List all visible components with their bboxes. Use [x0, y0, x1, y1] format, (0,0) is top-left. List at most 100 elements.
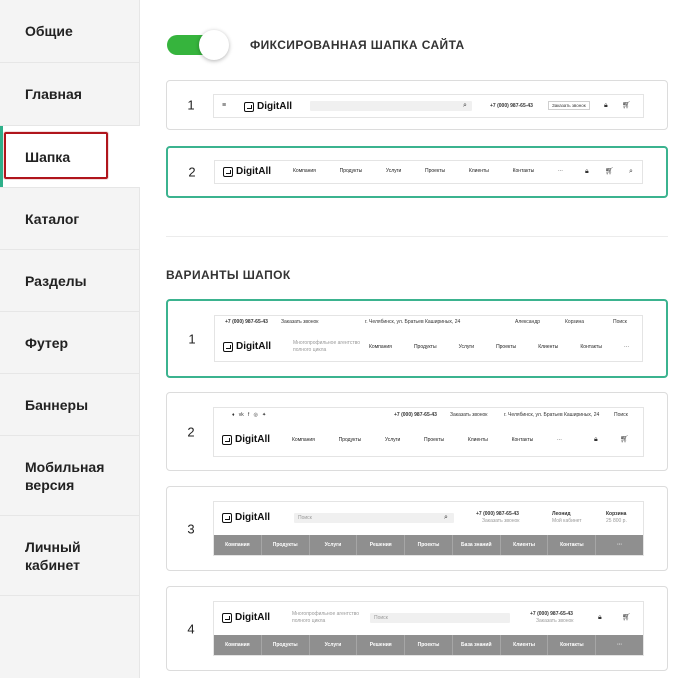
preview-search-placeholder: Поиск	[298, 515, 312, 521]
preview-search: Поиск	[613, 319, 627, 325]
settings-sidebar: Общие Главная Шапка Каталог Разделы Футе…	[0, 0, 140, 678]
lock-icon: 🔒︎	[594, 436, 598, 443]
fixed-header-label: ФИКСИРОВАННАЯ ШАПКА САЙТА	[250, 38, 465, 52]
header-preview: ≡ DigitAll ⌕ +7 (000) 987-65-43 Заказать…	[214, 95, 643, 117]
sidebar-item-general[interactable]: Общие	[0, 0, 140, 63]
logo-icon	[222, 612, 232, 623]
section-divider	[166, 236, 668, 237]
sidebar-item-label: Общие	[25, 23, 73, 39]
preview-user: Александр	[515, 319, 541, 325]
lock-icon: 🔒︎	[604, 102, 608, 109]
header-preview: +7 (000) 987-65-43 Заказать звонок г. Че…	[215, 316, 642, 361]
preview-phone: +7 (000) 987-65-43	[394, 412, 437, 418]
preview-tagline-2: полного цикла	[293, 347, 327, 353]
preview-nav: Компания Продукты Услуги Проекты Клиенты Конт…	[369, 344, 629, 350]
sidebar-item-label: Шапка	[25, 148, 71, 165]
cart-icon: 🛒︎	[620, 436, 629, 443]
preview-callback: Заказать звонок	[536, 618, 574, 624]
preview-address: г. Челябинск, ул. Братьев Кашириных, 24	[365, 319, 461, 325]
sidebar-item-mobile[interactable]: Мобильная версия	[0, 436, 140, 516]
preview-phone: +7 (000) 987-65-43	[490, 103, 533, 109]
header-preview: DigitAll Многопрофильное агентство полно…	[214, 602, 643, 655]
preview-logo: DigitAll	[222, 434, 270, 445]
preview-cart-sum: 25 800 р.	[606, 518, 627, 524]
sidebar-item-label: Разделы	[25, 272, 87, 289]
preview-callback: Заказать звонок	[450, 412, 488, 418]
preview-tagline-1: Многопрофильное агентство	[293, 340, 361, 346]
preview-address: г. Челябинск, ул. Братьев Кашириных, 24	[504, 412, 600, 418]
variants-title: ВАРИАНТЫ ШАПОК	[166, 268, 291, 282]
preview-search-bar	[310, 101, 472, 111]
search-icon: ⌕	[629, 168, 633, 175]
logo-icon	[244, 101, 254, 112]
preview-nav: Компания Продукты Услуги Проекты Клиенты Конт…	[292, 437, 562, 443]
preview-user-name: Леонид	[552, 511, 571, 517]
cart-icon: 🛒︎	[605, 168, 614, 175]
header-variant-3[interactable]: 3 DigitAll Поиск ⌕ +7 (000) 987-65-43 За…	[166, 486, 668, 571]
sidebar-item-catalog[interactable]: Каталог	[0, 188, 140, 250]
logo-icon	[222, 512, 232, 523]
search-icon: ⌕	[444, 514, 448, 521]
variant-number: 3	[187, 521, 195, 536]
sidebar-item-banners[interactable]: Баннеры	[0, 374, 140, 436]
preview-logo: DigitAll	[222, 512, 270, 523]
preview-phone: +7 (000) 987-65-43	[476, 511, 519, 517]
preview-nav: Компания Продукты Услуги Проекты Клиенты Конт…	[293, 168, 563, 174]
preview-logo: DigitAll	[223, 341, 271, 352]
social-icons: ♦ vk f ◎ ✦	[232, 412, 267, 418]
preview-user-sub: Мой кабинет	[552, 518, 582, 524]
sidebar-item-label: Мобильная версия	[25, 458, 105, 493]
header-preview: DigitAll Компания Продукты Услуги Проекты Кл…	[215, 161, 642, 183]
preview-cart-label: Корзина	[606, 511, 627, 517]
option-number: 1	[187, 97, 195, 113]
preview-logo: DigitAll	[223, 166, 271, 177]
search-icon: ⌕	[463, 102, 467, 109]
variant-number: 1	[188, 331, 196, 346]
preview-callback: Заказать звонок	[482, 518, 520, 524]
sidebar-item-main[interactable]: Главная	[0, 63, 140, 126]
logo-icon	[223, 341, 233, 352]
preview-callback-button: Заказать звонок	[548, 101, 590, 110]
preview-logo: DigitAll	[244, 101, 292, 112]
sidebar-item-label: Баннеры	[25, 396, 89, 413]
sidebar-item-label: Главная	[25, 86, 82, 102]
sidebar-item-label: Личный кабинет	[25, 538, 81, 573]
preview-logo: DigitAll	[222, 612, 270, 623]
fixed-header-option-2[interactable]: 2 DigitAll Компания Продукты Услуги Проекты…	[166, 146, 668, 198]
sidebar-item-account[interactable]: Личный кабинет	[0, 516, 140, 596]
sidebar-item-sections[interactable]: Разделы	[0, 250, 140, 312]
preview-nav-bar: Компания Продукты Услуги Решения Проекты База…	[214, 535, 643, 555]
variant-number: 4	[187, 621, 195, 636]
preview-tagline-1: Многопрофильное агентство	[292, 611, 360, 617]
header-preview: DigitAll Поиск ⌕ +7 (000) 987-65-43 Зака…	[214, 502, 643, 555]
menu-icon: ≡	[222, 102, 227, 109]
preview-search-bar	[294, 513, 454, 523]
fixed-header-option-1[interactable]: 1 ≡ DigitAll ⌕ +7 (000) 987-65-43 Заказа…	[166, 80, 668, 130]
sidebar-item-header[interactable]: Шапка	[0, 126, 140, 188]
logo-icon	[222, 434, 232, 445]
logo-icon	[223, 166, 233, 177]
preview-search-bar	[370, 613, 510, 623]
preview-phone: +7 (000) 987-65-43	[530, 611, 573, 617]
header-preview: ♦ vk f ◎ ✦ +7 (000) 987-65-43 Заказать з…	[214, 408, 643, 456]
header-variant-2[interactable]: 2 ♦ vk f ◎ ✦ +7 (000) 987-65-43 Заказать…	[166, 392, 668, 471]
preview-nav-bar: Компания Продукты Услуги Решения Проекты База…	[214, 635, 643, 655]
cart-icon: 🛒︎	[622, 102, 631, 109]
preview-search: Поиск	[614, 412, 628, 418]
header-variant-4[interactable]: 4 DigitAll Многопрофильное агентство пол…	[166, 586, 668, 671]
lock-icon: 🔒︎	[598, 614, 602, 621]
sidebar-item-footer[interactable]: Футер	[0, 312, 140, 374]
preview-search-placeholder: Поиск	[374, 615, 388, 621]
preview-tagline-2: полного цикла	[292, 618, 326, 624]
variant-number: 2	[187, 424, 195, 439]
sidebar-item-label: Футер	[25, 334, 69, 351]
header-variant-1[interactable]: 1 +7 (000) 987-65-43 Заказать звонок г. …	[166, 299, 668, 378]
option-number: 2	[188, 164, 196, 180]
toggle-knob	[199, 30, 229, 60]
preview-callback: Заказать звонок	[281, 319, 319, 325]
sidebar-item-label: Каталог	[25, 210, 80, 227]
preview-cart: Корзина	[565, 319, 585, 325]
cart-icon: 🛒︎	[622, 614, 631, 621]
fixed-header-toggle[interactable]	[167, 30, 229, 60]
preview-phone: +7 (000) 987-65-43	[225, 319, 268, 325]
